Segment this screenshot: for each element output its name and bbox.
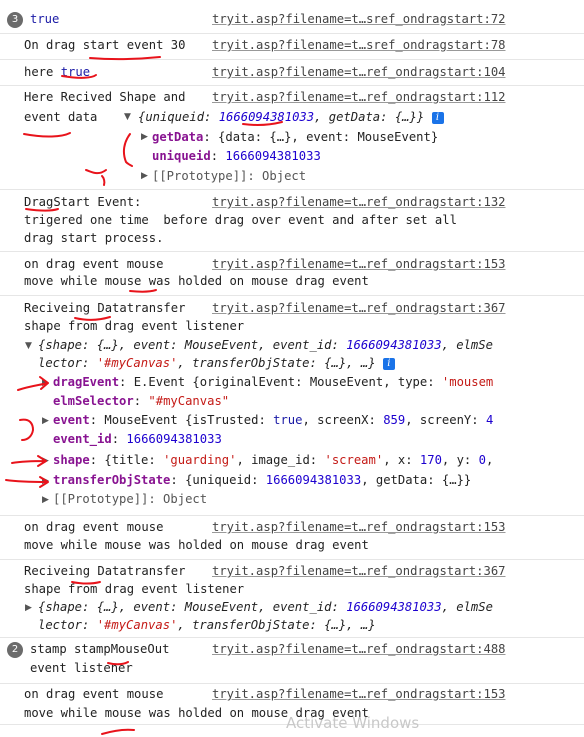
object-property[interactable]: dragEvent: E.Event {originalEvent: Mouse… xyxy=(53,373,493,392)
source-link[interactable]: tryit.asp?filename=t…ref_ondragstart:104 xyxy=(212,63,506,82)
log-message: Reciveing Datatransfer xyxy=(24,564,186,578)
log-message: shape from drag event listener xyxy=(24,582,245,596)
object-summary[interactable]: lector: '#myCanvas', transferObjState: {… xyxy=(38,354,395,373)
log-message: drag start process. xyxy=(24,231,164,245)
collapse-triangle-icon[interactable]: ▼ xyxy=(124,112,131,122)
log-entry: on drag event mouse tryit.asp?filename=t… xyxy=(0,516,584,560)
log-entry: on drag event mouse tryit.asp?filename=t… xyxy=(0,252,584,296)
source-link[interactable]: tryit.asp?filename=t…ref_ondragstart:153 xyxy=(212,518,506,537)
log-entry: 2 stamp stampMouseOut tryit.asp?filename… xyxy=(0,638,584,684)
object-summary[interactable]: lector: '#myCanvas', transferObjState: {… xyxy=(38,616,376,635)
log-message: trigered one time before drag over event… xyxy=(24,213,457,227)
source-link[interactable]: tryit.asp?filename=t…sref_ondragstart:72 xyxy=(212,10,506,29)
log-message: Here Recived Shape and xyxy=(24,90,186,104)
expand-triangle-icon[interactable]: ▶ xyxy=(42,416,49,426)
info-icon: i xyxy=(382,357,395,370)
object-property[interactable]: getData: {data: {…}, event: MouseEvent} xyxy=(152,128,438,147)
log-message: On drag start event 30 xyxy=(24,38,186,52)
log-entry: DragStart Event: tryit.asp?filename=t…re… xyxy=(0,190,584,252)
log-entry: Reciveing Datatransfer tryit.asp?filenam… xyxy=(0,296,584,516)
log-message: true xyxy=(30,12,60,26)
info-icon: i xyxy=(431,111,444,124)
log-message: event data xyxy=(24,110,98,124)
prototype-row[interactable]: [[Prototype]]: Object xyxy=(152,167,306,186)
log-message: here true xyxy=(24,65,91,79)
expand-triangle-icon[interactable]: ▶ xyxy=(42,378,49,388)
object-property: event_id: 1666094381033 xyxy=(53,432,222,446)
object-property[interactable]: event: MouseEvent {isTrusted: true, scre… xyxy=(53,411,493,430)
object-summary[interactable]: {uniqueid: 1666094381033, getData: {…}} … xyxy=(138,108,444,127)
log-message: on drag event mouse xyxy=(24,520,164,534)
activate-windows-watermark: Activate Windows xyxy=(286,714,420,732)
source-link[interactable]: tryit.asp?filename=t…ref_ondragstart:367 xyxy=(212,299,506,318)
source-link[interactable]: tryit.asp?filename=t…ref_ondragstart:132 xyxy=(212,193,506,212)
expand-triangle-icon[interactable]: ▶ xyxy=(42,476,49,486)
log-entry: Here Recived Shape and tryit.asp?filenam… xyxy=(0,86,584,190)
log-message: event listener xyxy=(30,661,133,675)
log-entry: On drag start event 30 tryit.asp?filenam… xyxy=(0,34,584,60)
log-message: DragStart Event: xyxy=(24,195,142,209)
source-link[interactable]: tryit.asp?filename=t…sref_ondragstart:78 xyxy=(212,36,506,55)
object-property: elmSelector: "#myCanvas" xyxy=(53,394,230,408)
expand-triangle-icon[interactable]: ▶ xyxy=(25,603,32,613)
log-message: move while mouse was holded on mouse dra… xyxy=(24,274,369,288)
object-summary[interactable]: {shape: {…}, event: MouseEvent, event_id… xyxy=(38,336,493,355)
source-link[interactable]: tryit.asp?filename=t…ref_ondragstart:112 xyxy=(212,88,506,107)
log-entry: 3 true tryit.asp?filename=t…sref_ondrags… xyxy=(0,0,584,34)
source-link[interactable]: tryit.asp?filename=t…ref_ondragstart:488 xyxy=(212,640,506,659)
repeat-count-badge: 3 xyxy=(7,12,23,28)
expand-triangle-icon[interactable]: ▶ xyxy=(141,132,148,142)
object-property[interactable]: transferObjState: {uniqueid: 16660943810… xyxy=(53,471,471,490)
source-link[interactable]: tryit.asp?filename=t…ref_ondragstart:367 xyxy=(212,562,506,581)
expand-triangle-icon[interactable]: ▶ xyxy=(141,171,148,181)
object-summary[interactable]: {shape: {…}, event: MouseEvent, event_id… xyxy=(38,598,493,617)
log-message: Reciveing Datatransfer xyxy=(24,301,186,315)
collapse-triangle-icon[interactable]: ▼ xyxy=(25,341,32,351)
source-link[interactable]: tryit.asp?filename=t…ref_ondragstart:153 xyxy=(212,685,506,704)
object-property: uniqueid: 1666094381033 xyxy=(152,149,321,163)
log-entry: Reciveing Datatransfer tryit.asp?filenam… xyxy=(0,560,584,638)
log-message: shape from drag event listener xyxy=(24,319,245,333)
repeat-count-badge: 2 xyxy=(7,642,23,658)
log-entry: here true tryit.asp?filename=t…ref_ondra… xyxy=(0,60,584,86)
expand-triangle-icon[interactable]: ▶ xyxy=(42,456,49,466)
log-message: stamp stampMouseOut xyxy=(30,642,170,656)
log-message: move while mouse was holded on mouse dra… xyxy=(24,538,369,552)
prototype-row[interactable]: [[Prototype]]: Object xyxy=(53,490,207,509)
log-message: on drag event mouse xyxy=(24,687,164,701)
object-property[interactable]: shape: {title: 'guarding', image_id: 'sc… xyxy=(53,451,493,470)
expand-triangle-icon[interactable]: ▶ xyxy=(42,495,49,505)
